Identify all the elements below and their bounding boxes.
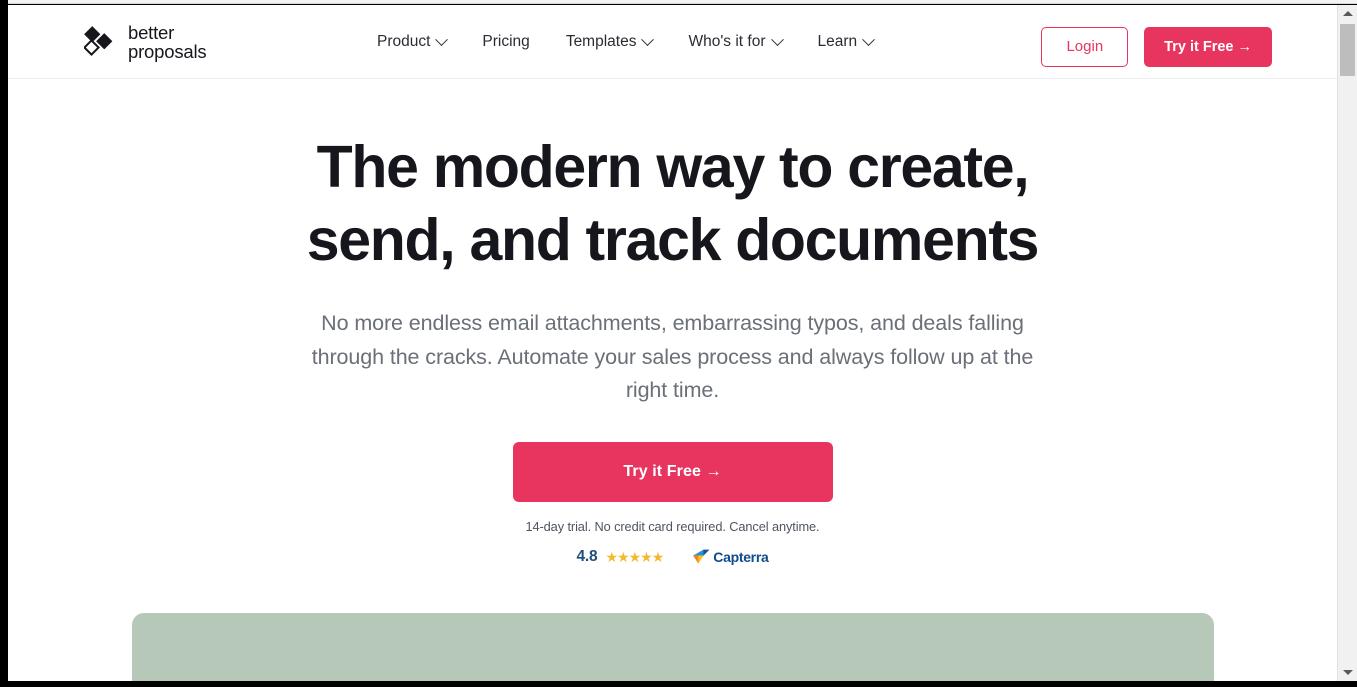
capterra-flag-icon xyxy=(693,549,710,564)
hero-title-line-2: send, and track documents xyxy=(306,207,1040,273)
window-top-chrome xyxy=(0,0,1357,4)
rating-score: 4.8 xyxy=(576,547,598,565)
rating-row: 4.8 ★ ★ ★ ★ ★ Capterra xyxy=(8,548,1337,566)
star-icon: ★ xyxy=(628,548,642,565)
nav-item-whos-it-for[interactable]: Who's it for xyxy=(688,32,784,51)
hero-cta-wrapper: Try it Free → xyxy=(8,441,1337,502)
hero-video-panel[interactable] xyxy=(131,612,1214,681)
nav-item-learn[interactable]: Learn xyxy=(817,32,876,51)
hero-fine-print: 14-day trial. No credit card required. C… xyxy=(525,518,820,534)
hero-subtitle: No more endless email attachments, embar… xyxy=(311,311,1034,402)
better-proposals-diamond-logo-icon xyxy=(84,26,113,56)
star-icon: ★ xyxy=(640,548,653,565)
chevron-down-icon xyxy=(641,32,655,46)
window-left-border xyxy=(0,0,8,687)
star-icon: ★ xyxy=(605,548,618,565)
header-actions: Login Try it Free → xyxy=(1041,27,1272,67)
nav-item-label: Learn xyxy=(817,33,858,50)
star-icon: ★ xyxy=(617,548,630,565)
browser-window: better proposals Product Pricing Templat… xyxy=(0,0,1357,687)
nav-item-product[interactable]: Product xyxy=(377,32,449,51)
triangle-up-icon xyxy=(1342,11,1353,16)
star-icon: ★ xyxy=(651,548,665,565)
chevron-down-icon xyxy=(770,32,784,46)
nav-item-label: Templates xyxy=(565,33,637,50)
login-button[interactable]: Login xyxy=(1041,27,1129,67)
nav-item-label: Pricing xyxy=(482,33,530,50)
nav-item-label: Who's it for xyxy=(688,33,766,50)
chevron-down-icon xyxy=(435,32,449,46)
scroll-down-button[interactable] xyxy=(1338,664,1357,681)
nav-item-label: Product xyxy=(377,33,431,50)
primary-nav: Product Pricing Templates Who's it for L… xyxy=(377,32,876,51)
header-try-it-free-button[interactable]: Try it Free → xyxy=(1144,27,1272,67)
nav-item-pricing[interactable]: Pricing xyxy=(482,33,529,51)
nav-item-templates[interactable]: Templates xyxy=(565,32,655,51)
hero-title-line-1: The modern way to create, xyxy=(316,134,1030,200)
chevron-down-icon xyxy=(862,32,876,46)
capterra-badge[interactable]: Capterra xyxy=(693,548,769,565)
site-logo[interactable]: better proposals xyxy=(84,22,207,62)
scroll-thumb[interactable] xyxy=(1340,24,1355,76)
site-logo-text: better proposals xyxy=(128,22,207,62)
scroll-up-button[interactable] xyxy=(1338,5,1357,22)
page-title: The modern way to create, send, and trac… xyxy=(293,131,1053,277)
page-viewport: better proposals Product Pricing Templat… xyxy=(8,5,1337,681)
hero-try-it-free-button[interactable]: Try it Free → xyxy=(512,441,833,502)
hero-media-wrapper xyxy=(8,612,1337,681)
hero-section: The modern way to create, send, and trac… xyxy=(8,79,1337,681)
capterra-wordmark: Capterra xyxy=(713,548,769,565)
rating-stars: ★ ★ ★ ★ ★ xyxy=(605,548,665,565)
triangle-down-icon xyxy=(1342,670,1353,675)
window-bottom-border xyxy=(0,681,1357,687)
site-header: better proposals Product Pricing Templat… xyxy=(8,5,1337,79)
vertical-scrollbar[interactable] xyxy=(1337,5,1357,681)
